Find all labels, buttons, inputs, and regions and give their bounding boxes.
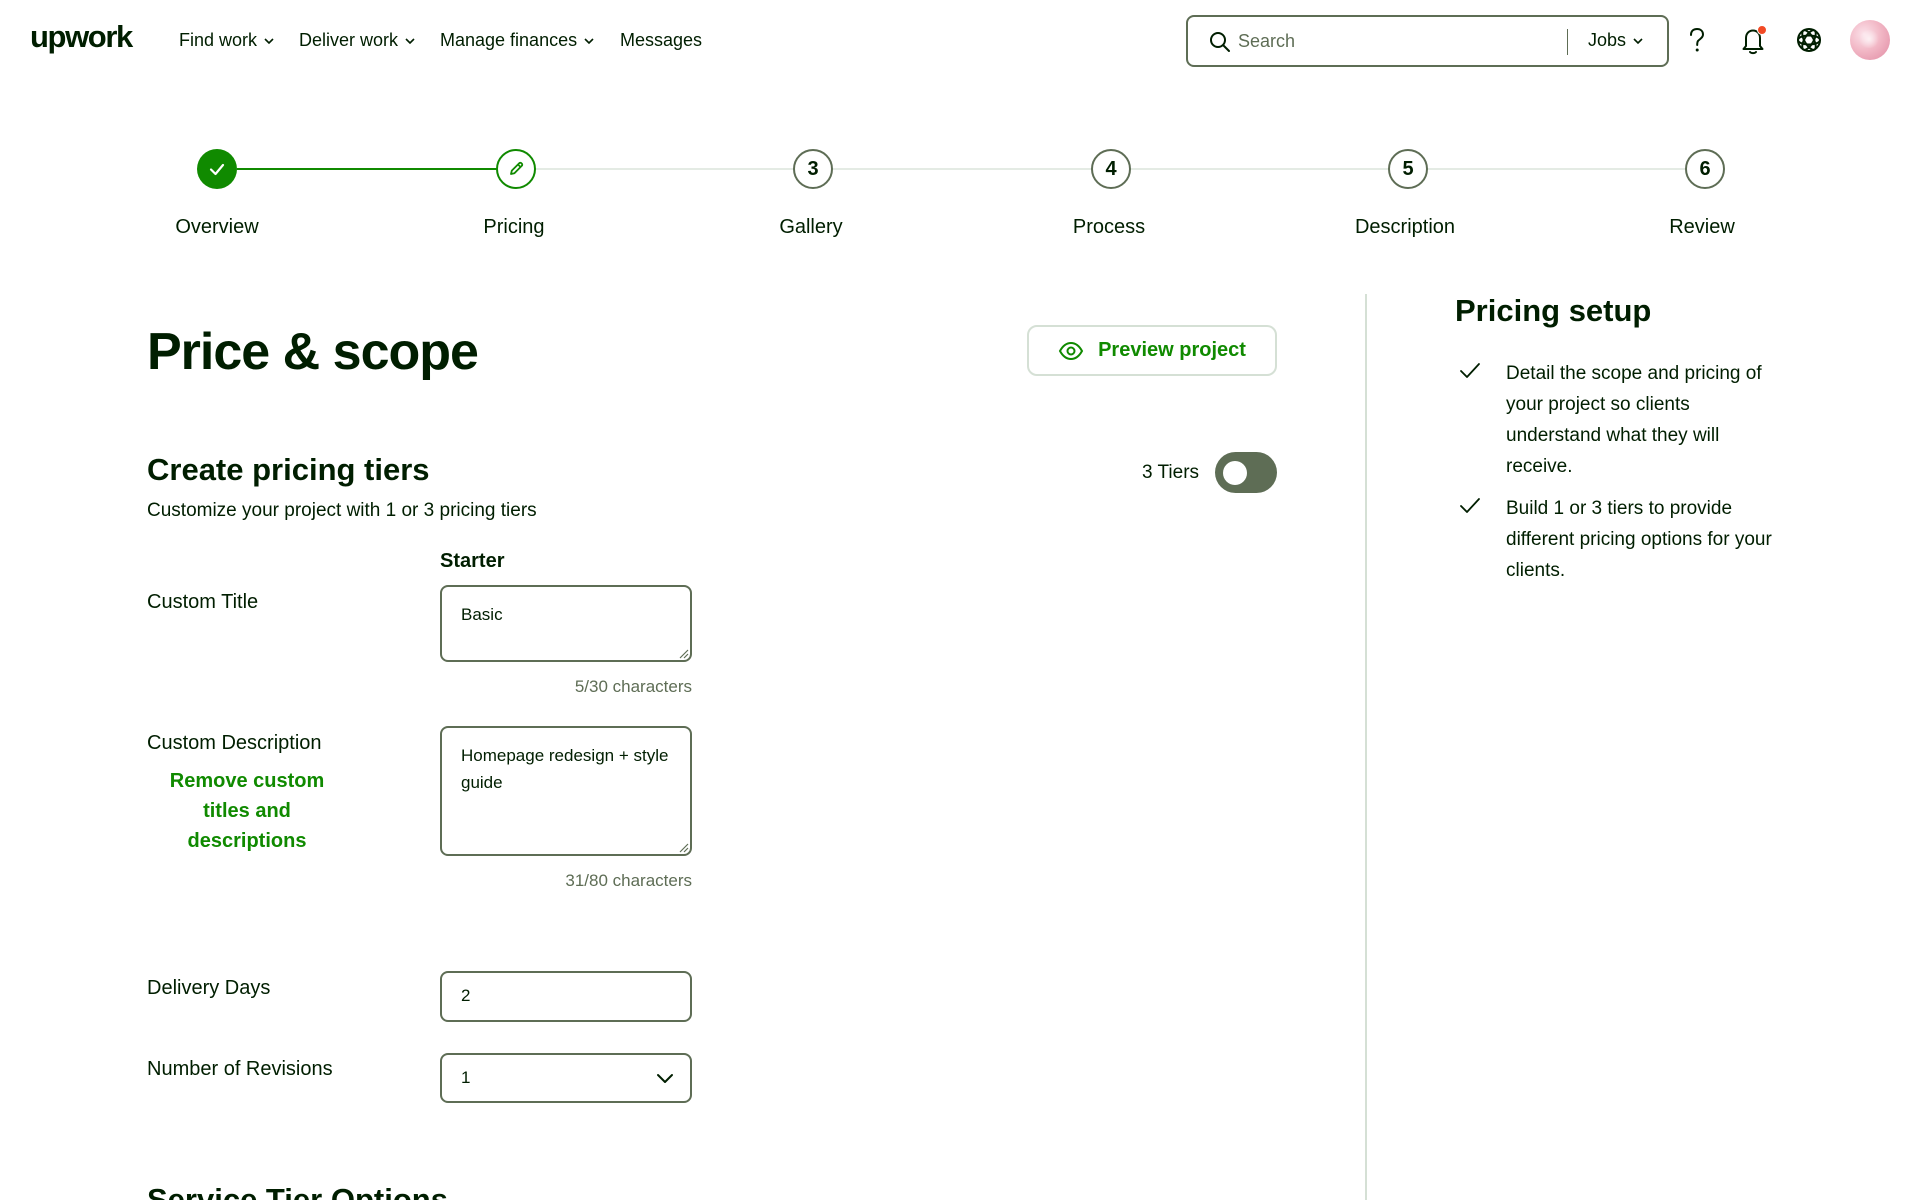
step-connector-complete (237, 168, 497, 170)
search-input[interactable] (1238, 27, 1538, 55)
search-icon (1210, 32, 1230, 52)
step-gallery[interactable]: 3 (793, 149, 833, 189)
delivery-days-input[interactable] (440, 971, 692, 1022)
nav-find-work-label: Find work (179, 30, 258, 50)
top-navigation: upwork Find work Deliver work Manage fin… (0, 0, 1920, 80)
checkmark-icon (209, 163, 225, 176)
step-connector (534, 168, 794, 170)
custom-title-char-count: 5/30 characters (574, 677, 692, 696)
custom-title-label: Custom Title (147, 591, 259, 613)
step-label-review: Review (1669, 216, 1735, 238)
nav-manage-finances-label: Manage finances (440, 30, 578, 50)
upwork-logo[interactable]: upwork (30, 19, 133, 55)
resize-handle-icon[interactable] (677, 841, 689, 853)
search-divider (1567, 29, 1568, 55)
resize-handle-icon[interactable] (677, 647, 689, 659)
page-title: Price & scope (147, 323, 479, 381)
delivery-days-label: Delivery Days (147, 977, 271, 999)
step-number: 3 (807, 157, 819, 180)
step-process[interactable]: 4 (1091, 149, 1131, 189)
remove-custom-titles-link[interactable]: Remove custom titles and descriptions (147, 766, 347, 856)
step-review[interactable]: 6 (1685, 149, 1725, 189)
apps-icon[interactable] (1793, 24, 1825, 56)
nav-find-work[interactable]: Find work (179, 30, 275, 51)
chevron-down-icon (657, 1074, 673, 1083)
sidebar-divider (1365, 294, 1367, 1200)
step-label-gallery: Gallery (779, 216, 843, 238)
nav-deliver-work-label: Deliver work (299, 30, 399, 50)
search-box: Jobs (1186, 15, 1669, 67)
sidebar-tip-text: Detail the scope and pricing of your pro… (1506, 363, 1762, 477)
step-connector (1130, 168, 1390, 170)
sidebar-title: Pricing setup (1455, 293, 1652, 328)
custom-description-field[interactable]: Homepage redesign + style guide (440, 726, 692, 856)
nav-manage-finances[interactable]: Manage finances (440, 30, 595, 51)
notification-bell-icon[interactable] (1737, 24, 1769, 56)
preview-project-label: Preview project (1098, 339, 1246, 361)
preview-project-button[interactable]: Preview project (1027, 325, 1277, 376)
sidebar-tip-text: Build 1 or 3 tiers to provide different … (1506, 498, 1772, 581)
chevron-down-icon (584, 37, 594, 44)
pencil-icon (510, 161, 524, 175)
step-label-process: Process (1072, 216, 1146, 238)
notification-badge (1757, 25, 1767, 35)
nav-deliver-work[interactable]: Deliver work (299, 30, 416, 51)
step-label-description: Description (1354, 216, 1456, 238)
custom-title-field[interactable]: Basic (440, 585, 692, 662)
nav-messages[interactable]: Messages (620, 30, 702, 51)
eye-icon (1058, 341, 1084, 360)
user-avatar[interactable] (1850, 20, 1890, 60)
help-icon[interactable] (1681, 24, 1713, 56)
custom-description-char-count: 31/80 characters (565, 871, 692, 890)
chevron-down-icon (264, 37, 274, 44)
step-number: 5 (1402, 157, 1414, 180)
pricing-tiers-title: Create pricing tiers (147, 452, 430, 487)
revisions-select[interactable]: 1 (440, 1053, 692, 1103)
tiers-toggle-label: 3 Tiers (1142, 462, 1200, 483)
step-label-overview: Overview (175, 216, 259, 238)
step-connector (832, 168, 1092, 170)
toggle-knob (1223, 461, 1247, 485)
step-description[interactable]: 5 (1388, 149, 1428, 189)
checkmark-icon (1460, 363, 1480, 378)
tier-column-starter: Starter (440, 550, 505, 572)
revisions-selected-value: 1 (461, 1068, 471, 1087)
tiers-toggle-switch[interactable] (1215, 452, 1277, 493)
service-tier-options-title: Service Tier Options (147, 1182, 448, 1200)
custom-description-label: Custom Description (147, 732, 322, 754)
checkmark-icon (1460, 498, 1480, 513)
step-connector (1427, 168, 1687, 170)
step-number: 6 (1699, 157, 1711, 180)
sidebar-tip: Detail the scope and pricing of your pro… (1455, 358, 1775, 488)
revisions-label: Number of Revisions (147, 1058, 333, 1080)
step-number: 4 (1105, 157, 1117, 180)
step-label-pricing: Pricing (483, 216, 545, 238)
sidebar-tip: Build 1 or 3 tiers to provide different … (1455, 493, 1775, 593)
pricing-tiers-subtitle: Customize your project with 1 or 3 prici… (147, 500, 537, 521)
step-overview-complete[interactable] (197, 149, 237, 189)
chevron-down-icon (1633, 37, 1643, 44)
search-scope-label: Jobs (1588, 30, 1627, 50)
search-scope-dropdown[interactable]: Jobs (1588, 30, 1644, 51)
nav-messages-label: Messages (620, 30, 703, 50)
chevron-down-icon (405, 37, 415, 44)
step-pricing-current[interactable] (496, 149, 536, 189)
